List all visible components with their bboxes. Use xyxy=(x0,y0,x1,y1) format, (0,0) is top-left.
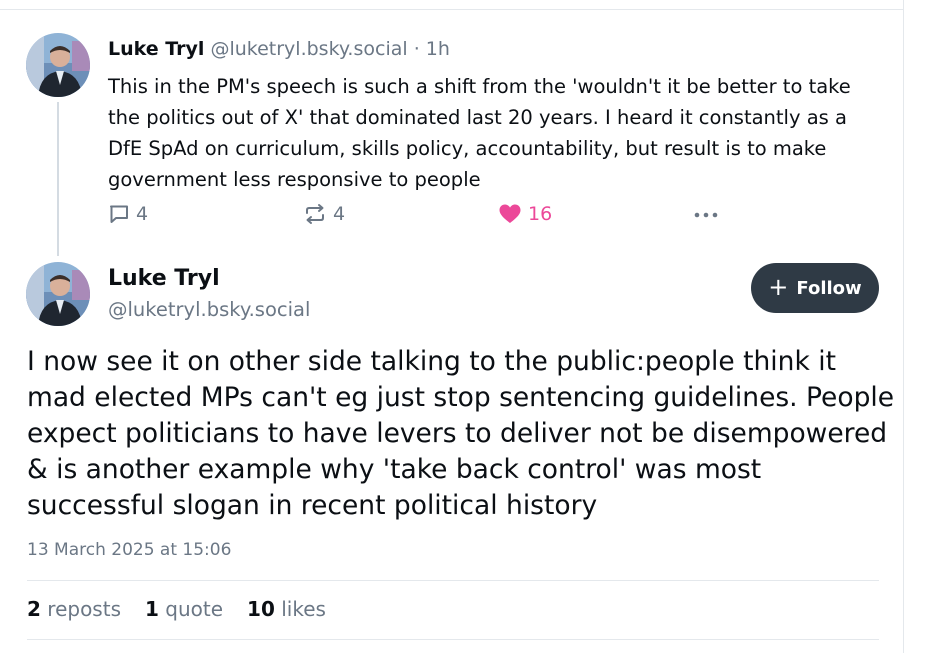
reply-count: 4 xyxy=(136,203,149,225)
parent-post-text: This in the PM's speech is such a shift … xyxy=(108,75,851,191)
more-icon xyxy=(694,212,718,218)
reposts-count: 2 xyxy=(27,597,41,621)
more-options-button[interactable] xyxy=(692,203,720,225)
parent-post-actions: 4 4 16 xyxy=(0,203,900,229)
repost-count: 4 xyxy=(333,203,346,225)
reposts-label: reposts xyxy=(47,597,121,621)
quotes-stat[interactable]: 1 quote xyxy=(145,597,223,621)
top-divider xyxy=(0,9,904,10)
follow-label: Follow xyxy=(796,277,862,299)
reposts-stat[interactable]: 2 reposts xyxy=(27,597,121,621)
likes-label: likes xyxy=(281,597,326,621)
like-count: 16 xyxy=(528,203,553,225)
heart-icon xyxy=(499,204,521,223)
quotes-count: 1 xyxy=(144,597,159,621)
main-avatar[interactable] xyxy=(26,262,90,326)
likes-stat[interactable]: 10 likes xyxy=(247,597,326,621)
post-stats: 2 reposts 1 quote 10 likes xyxy=(27,597,326,621)
parent-post-header: Luke Tryl @luketryl.bsky.social · 1h xyxy=(108,37,450,61)
repost-button[interactable]: 4 xyxy=(303,203,345,225)
reply-icon xyxy=(110,205,128,223)
main-post-text: I now see it on other side talking to th… xyxy=(27,346,895,521)
reply-button[interactable]: 4 xyxy=(108,203,148,225)
parent-time-ago[interactable]: 1h xyxy=(426,38,450,60)
plus-icon: + xyxy=(768,273,789,301)
post-timestamp[interactable]: 13 March 2025 at 15:06 xyxy=(27,540,231,560)
main-author-name[interactable]: Luke Tryl xyxy=(108,265,220,293)
repost-icon xyxy=(306,204,324,224)
parent-avatar[interactable] xyxy=(26,33,90,97)
parent-author-name[interactable]: Luke Tryl xyxy=(108,38,204,60)
thread-line xyxy=(57,102,59,256)
likes-count: 10 xyxy=(247,597,275,621)
stats-divider-bottom xyxy=(27,639,879,640)
avatar-image xyxy=(26,262,90,326)
parent-author-handle[interactable]: @luketryl.bsky.social xyxy=(210,38,407,60)
stats-divider-top xyxy=(27,580,879,581)
column-border xyxy=(903,0,904,653)
main-author-handle[interactable]: @luketryl.bsky.social xyxy=(108,297,310,323)
quotes-label: quote xyxy=(165,597,224,621)
like-button[interactable]: 16 xyxy=(498,203,552,225)
avatar-image xyxy=(26,33,90,97)
parent-separator: · xyxy=(413,38,420,60)
follow-button[interactable]: + Follow xyxy=(751,263,879,313)
